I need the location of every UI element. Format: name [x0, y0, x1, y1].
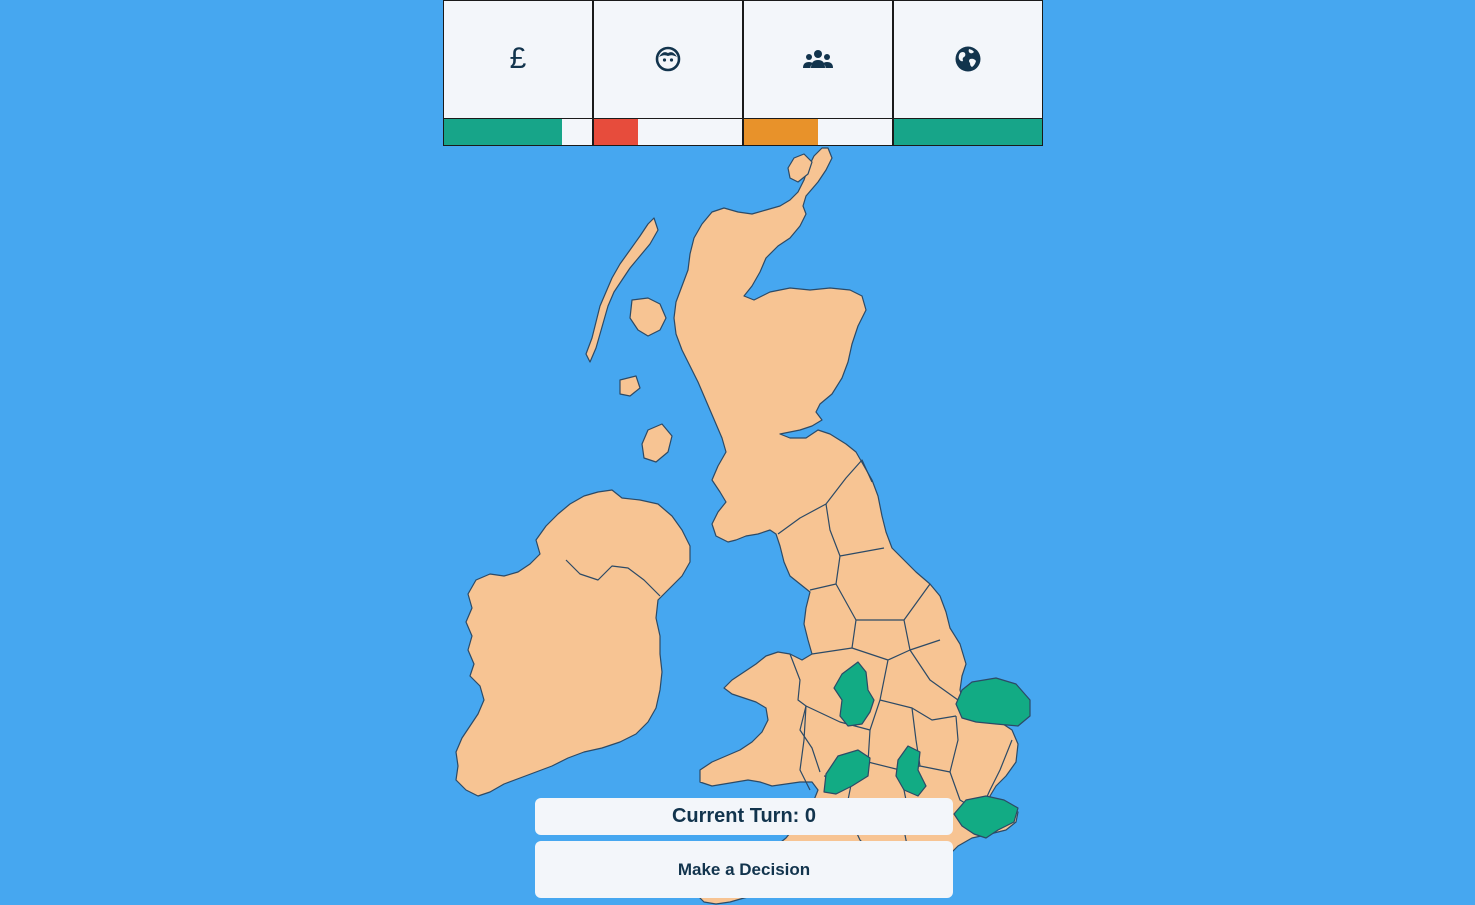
- make-decision-label: Make a Decision: [677, 859, 811, 879]
- current-turn-panel: Current Turn: 0: [535, 798, 953, 835]
- inner-hebrides: [629, 297, 667, 337]
- uk-map: [455, 147, 1031, 905]
- stats-panel: £: [443, 0, 1045, 147]
- pound-icon: £: [444, 41, 592, 77]
- people-icon: [744, 41, 892, 77]
- pound-symbol: £: [509, 42, 527, 75]
- globe-icon: [894, 41, 1042, 77]
- make-decision-button[interactable]: Make a Decision: [535, 841, 953, 898]
- face-icon: [594, 41, 742, 77]
- great-britain-landmass: [673, 147, 1019, 905]
- islay-jura: [641, 423, 673, 463]
- stat-card-population[interactable]: [743, 0, 893, 146]
- stat-card-happiness[interactable]: [593, 0, 743, 146]
- game-screen: £ Current Turn: 0 Make a Decision: [0, 0, 1475, 905]
- ireland-landmass: [455, 489, 691, 797]
- mull: [619, 375, 641, 397]
- stat-card-environment[interactable]: [893, 0, 1043, 146]
- stat-card-economy[interactable]: £: [443, 0, 593, 146]
- region-norfolk[interactable]: [955, 677, 1031, 727]
- current-turn-label: Current Turn: 0: [671, 805, 817, 827]
- outer-hebrides: [585, 217, 659, 363]
